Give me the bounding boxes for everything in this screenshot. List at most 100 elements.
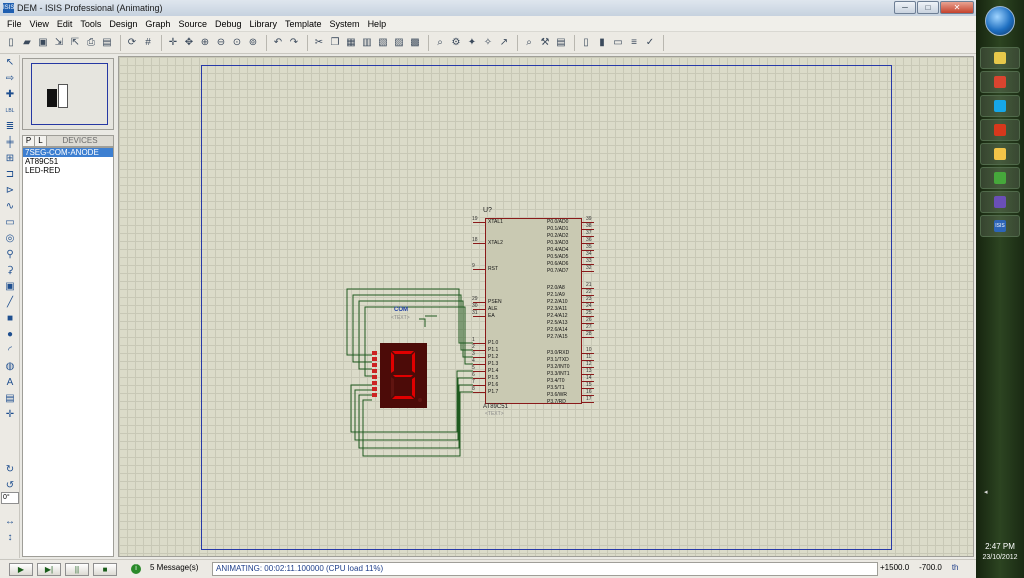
taskbar-button[interactable] xyxy=(980,167,1020,189)
save-icon[interactable]: ▣ xyxy=(36,36,50,50)
symbol-icon[interactable]: ▤ xyxy=(3,392,17,405)
menu-template[interactable]: Template xyxy=(281,19,326,29)
units-label[interactable]: th xyxy=(952,563,959,572)
device-item[interactable]: AT89C51 xyxy=(23,157,113,166)
goto-sheet-icon[interactable]: ▭ xyxy=(611,36,625,50)
menu-file[interactable]: File xyxy=(3,19,26,29)
menu-edit[interactable]: Edit xyxy=(53,19,77,29)
origin-icon[interactable]: ✛ xyxy=(166,36,180,50)
make-device-icon[interactable]: ⚙ xyxy=(449,36,463,50)
open-folder-icon[interactable]: ▰ xyxy=(20,36,34,50)
redo-icon[interactable]: ↷ xyxy=(287,36,301,50)
graph-icon[interactable]: ∿ xyxy=(3,200,17,213)
menu-help[interactable]: Help xyxy=(364,19,391,29)
pick-device-tab[interactable]: P xyxy=(23,136,35,146)
menu-system[interactable]: System xyxy=(326,19,364,29)
seven-segment-display[interactable] xyxy=(380,343,427,408)
line-icon[interactable]: ╱ xyxy=(3,296,17,309)
menu-debug[interactable]: Debug xyxy=(211,19,246,29)
overview-window[interactable] xyxy=(22,58,114,130)
component-mode-icon[interactable]: ⇨ xyxy=(3,72,17,85)
current-probe-icon[interactable]: ⚳ xyxy=(3,264,17,277)
arc-icon[interactable]: ◜ xyxy=(3,344,17,357)
taskbar-button[interactable]: ISIS xyxy=(980,215,1020,237)
menu-view[interactable]: View xyxy=(26,19,53,29)
cut-icon[interactable]: ✂ xyxy=(312,36,326,50)
pick-device-icon[interactable]: ⌕ xyxy=(433,36,447,50)
zoom-out-icon[interactable]: ⊖ xyxy=(214,36,228,50)
design-explorer-icon[interactable]: ▤ xyxy=(554,36,568,50)
junction-icon[interactable]: ✚ xyxy=(3,88,17,101)
tape-recorder-icon[interactable]: ▭ xyxy=(3,216,17,229)
print-icon[interactable]: ⎙ xyxy=(84,36,98,50)
minimize-button[interactable]: ─ xyxy=(894,1,916,14)
block-move-icon[interactable]: ▧ xyxy=(376,36,390,50)
block-copy-icon[interactable]: ▥ xyxy=(360,36,374,50)
message-count[interactable]: 5 Message(s) xyxy=(150,563,198,572)
rotation-angle-field[interactable]: 0° xyxy=(1,492,19,504)
device-item[interactable]: LED-RED xyxy=(23,166,113,175)
virtual-instrument-icon[interactable]: ▣ xyxy=(3,280,17,293)
block-delete-icon[interactable]: ▩ xyxy=(408,36,422,50)
search-icon[interactable]: ⌕ xyxy=(522,36,536,50)
menu-graph[interactable]: Graph xyxy=(141,19,174,29)
schematic-canvas[interactable]: U? AT89C51 <TEXT> 19 XTAL1 18 XTAL2 9 RST 29 PS… xyxy=(118,56,974,557)
rotate-cw-icon[interactable]: ↻ xyxy=(3,463,17,477)
text-icon[interactable]: A xyxy=(3,376,17,389)
taskbar-button[interactable] xyxy=(980,47,1020,69)
menu-library[interactable]: Library xyxy=(246,19,282,29)
play-button[interactable]: ▶ xyxy=(9,563,33,576)
zoom-area-icon[interactable]: ⊚ xyxy=(246,36,260,50)
close-button[interactable]: ✕ xyxy=(940,1,974,14)
pause-button[interactable]: || xyxy=(65,563,89,576)
packaging-icon[interactable]: ✦ xyxy=(465,36,479,50)
selection-mode-icon[interactable]: ↖ xyxy=(3,56,17,69)
menu-tools[interactable]: Tools xyxy=(76,19,105,29)
bus-icon[interactable]: ╪ xyxy=(3,136,17,149)
voltage-probe-icon[interactable]: ⚲ xyxy=(3,248,17,261)
text-script-icon[interactable]: ≣ xyxy=(3,120,17,133)
new-file-icon[interactable]: ▯ xyxy=(4,36,18,50)
marker-icon[interactable]: ✛ xyxy=(3,408,17,421)
taskbar-button[interactable] xyxy=(980,71,1020,93)
taskbar-button[interactable] xyxy=(980,119,1020,141)
wire-autoroute-icon[interactable]: ↗ xyxy=(497,36,511,50)
clock-time[interactable]: 2:47 PM xyxy=(976,541,1024,552)
zoom-all-icon[interactable]: ⊙ xyxy=(230,36,244,50)
taskbar-button[interactable] xyxy=(980,143,1020,165)
stop-button[interactable]: ■ xyxy=(93,563,117,576)
taskbar-button[interactable] xyxy=(980,191,1020,213)
zoom-in-icon[interactable]: ⊕ xyxy=(198,36,212,50)
terminals-icon[interactable]: ⊐ xyxy=(3,168,17,181)
device-pins-icon[interactable]: ⊳ xyxy=(3,184,17,197)
library-manager-tab[interactable]: L xyxy=(35,136,47,146)
property-assign-icon[interactable]: ⚒ xyxy=(538,36,552,50)
refresh-icon[interactable]: ⟳ xyxy=(125,36,139,50)
tray-expand-icon[interactable]: ◂ xyxy=(984,488,988,496)
new-sheet-icon[interactable]: ▯ xyxy=(579,36,593,50)
circle-icon[interactable]: ● xyxy=(3,328,17,341)
mirror-vertical-icon[interactable]: ↕ xyxy=(3,531,17,545)
menu-source[interactable]: Source xyxy=(174,19,211,29)
start-button[interactable] xyxy=(985,6,1015,36)
step-button[interactable]: ▶| xyxy=(37,563,61,576)
taskbar-button[interactable] xyxy=(980,95,1020,117)
mirror-horizontal-icon[interactable]: ↔ xyxy=(3,515,17,529)
subcircuit-icon[interactable]: ⊞ xyxy=(3,152,17,165)
decompose-icon[interactable]: ✧ xyxy=(481,36,495,50)
wire-label-icon[interactable]: LBL xyxy=(3,104,17,117)
printer-setup-icon[interactable]: ▤ xyxy=(100,36,114,50)
import-icon[interactable]: ⇲ xyxy=(52,36,66,50)
menu-design[interactable]: Design xyxy=(105,19,141,29)
paste-icon[interactable]: ▦ xyxy=(344,36,358,50)
electrical-check-icon[interactable]: ✓ xyxy=(643,36,657,50)
export-icon[interactable]: ⇱ xyxy=(68,36,82,50)
maximize-button[interactable]: □ xyxy=(917,1,939,14)
undo-icon[interactable]: ↶ xyxy=(271,36,285,50)
block-rotate-icon[interactable]: ▨ xyxy=(392,36,406,50)
remove-sheet-icon[interactable]: ▮ xyxy=(595,36,609,50)
generator-icon[interactable]: ◎ xyxy=(3,232,17,245)
device-item[interactable]: 7SEG-COM-ANODE xyxy=(23,148,113,157)
pan-icon[interactable]: ✥ xyxy=(182,36,196,50)
grid-icon[interactable]: # xyxy=(141,36,155,50)
